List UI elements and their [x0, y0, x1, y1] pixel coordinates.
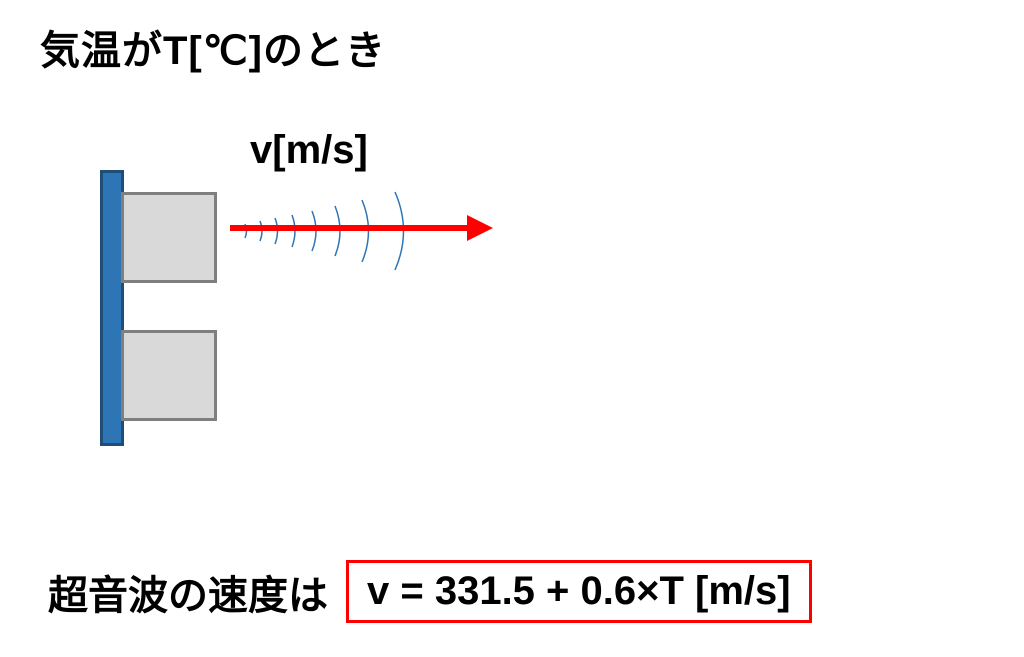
- sensor-receiver-block: [121, 330, 217, 421]
- title-text: 気温がT[℃]のとき: [40, 18, 386, 76]
- diagram-stage: 気温がT[℃]のとき v[m/s] 超音波の速度は v = 331.5 + 0.…: [0, 0, 1024, 657]
- speed-label: 超音波の速度は: [48, 563, 328, 621]
- sound-wave-icon: [230, 186, 460, 281]
- arrow-head: [467, 215, 493, 241]
- formula-row: 超音波の速度は v = 331.5 + 0.6×T [m/s]: [48, 560, 812, 623]
- arrow-shaft: [230, 225, 470, 231]
- formula-box: v = 331.5 + 0.6×T [m/s]: [346, 560, 812, 623]
- velocity-label: v[m/s]: [250, 128, 368, 173]
- sensor-transmitter-block: [121, 192, 217, 283]
